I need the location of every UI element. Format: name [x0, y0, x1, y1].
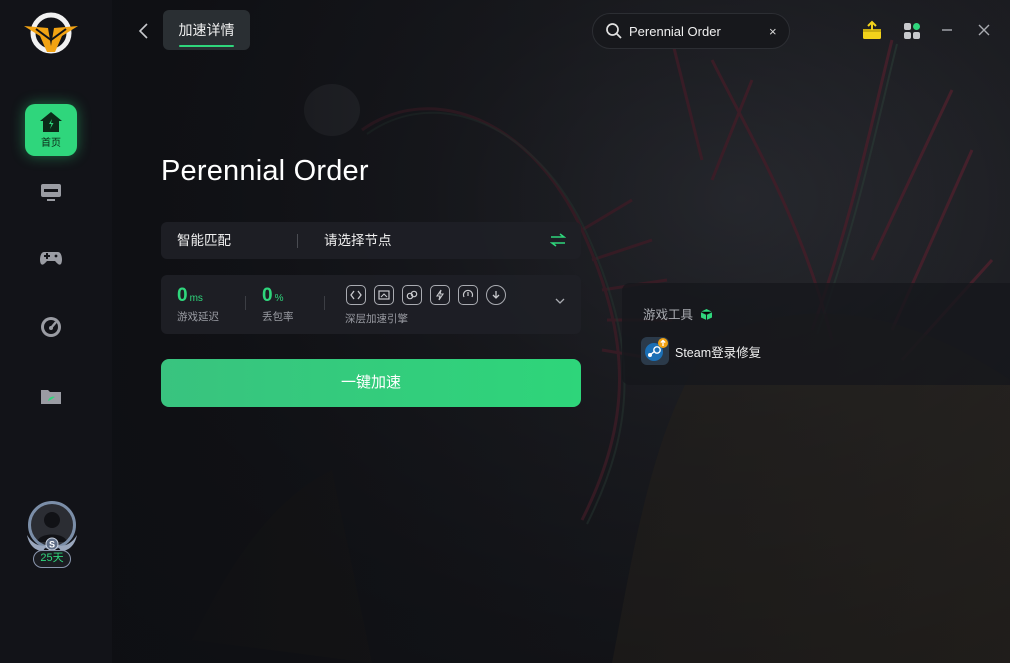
node-selector: 智能匹配 请选择节点 [161, 222, 581, 259]
game-tools-title-text: 游戏工具 [643, 308, 694, 322]
search-box[interactable]: × [592, 13, 790, 49]
apps-grid-button[interactable] [903, 22, 921, 45]
close-button[interactable] [977, 23, 991, 42]
stats-panel: 0 ms 游戏延迟 0% 丢包率 深层加速引擎 [161, 275, 581, 334]
lightning-icon[interactable] [430, 285, 450, 305]
home-icon [40, 112, 62, 132]
nav-home-label: 首页 [41, 138, 61, 149]
chevron-down-icon[interactable] [554, 297, 566, 305]
cube-icon [700, 309, 712, 320]
engine-label: 深层加速引擎 [345, 313, 408, 325]
level-badge: S [49, 540, 55, 550]
back-button[interactable] [134, 19, 154, 43]
vip-days-badge: 25天 [33, 550, 71, 568]
active-tab-indicator [179, 45, 234, 47]
user-profile[interactable]: S 25天 [25, 501, 79, 571]
node-select[interactable]: 请选择节点 [324, 222, 392, 259]
divider [245, 296, 246, 310]
window-icon[interactable] [374, 285, 394, 305]
minimize-icon [942, 29, 952, 31]
tab-acceleration-details-label: 加速详情 [178, 22, 235, 38]
steam-login-repair-label: Steam登录修复 [675, 345, 762, 360]
speedometer-icon [41, 317, 61, 337]
game-title: Perennial Order [161, 155, 369, 187]
gift-box-icon [863, 20, 881, 39]
chevron-left-icon [138, 23, 148, 39]
clear-search-button[interactable]: × [769, 24, 777, 39]
gift-box-button[interactable] [861, 20, 883, 47]
close-icon [978, 24, 990, 36]
code-icon[interactable] [346, 285, 366, 305]
nav-speedtest[interactable] [25, 301, 77, 353]
smart-match-option[interactable]: 智能匹配 [177, 222, 231, 259]
tab-acceleration-details[interactable]: 加速详情 [163, 10, 250, 50]
latency-stat: 0 ms 游戏延迟 [177, 285, 219, 324]
engine-feature-icons [346, 285, 506, 305]
steam-login-repair-tool[interactable]: Steam登录修复 [641, 337, 761, 365]
refresh-gauge-icon[interactable] [458, 285, 478, 305]
sidebar: 首页 S 25天 [0, 0, 112, 663]
wings-v-logo-icon[interactable] [22, 10, 80, 56]
packet-loss-label: 丢包率 [262, 311, 294, 323]
search-input[interactable] [629, 23, 767, 39]
steam-icon [641, 337, 669, 365]
latency-unit: ms [189, 293, 203, 304]
latency-label: 游戏延迟 [177, 311, 219, 323]
divider [297, 234, 298, 248]
game-tools-title: 游戏工具 [643, 304, 713, 323]
apps-grid-icon [904, 23, 920, 39]
nav-library[interactable] [25, 370, 77, 422]
one-click-accelerate-button[interactable]: 一键加速 [161, 359, 581, 407]
nav-monitor[interactable] [25, 166, 77, 218]
packet-loss-value: 0 [262, 285, 273, 306]
divider [324, 296, 325, 310]
minimize-button[interactable] [940, 23, 954, 42]
link-icon[interactable] [402, 285, 422, 305]
packet-loss-stat: 0% 丢包率 [262, 285, 294, 324]
search-icon [606, 23, 622, 39]
monitor-icon [41, 184, 61, 201]
download-icon[interactable] [486, 285, 506, 305]
packet-loss-unit: % [274, 293, 284, 304]
nav-home[interactable]: 首页 [25, 104, 77, 156]
nav-games[interactable] [25, 232, 77, 284]
game-tools-panel: 游戏工具 Steam登录修复 [622, 283, 1010, 385]
gamepad-icon [40, 252, 62, 265]
swap-arrows-icon[interactable] [550, 233, 566, 247]
latency-value: 0 [177, 285, 188, 306]
folder-icon [41, 390, 61, 404]
